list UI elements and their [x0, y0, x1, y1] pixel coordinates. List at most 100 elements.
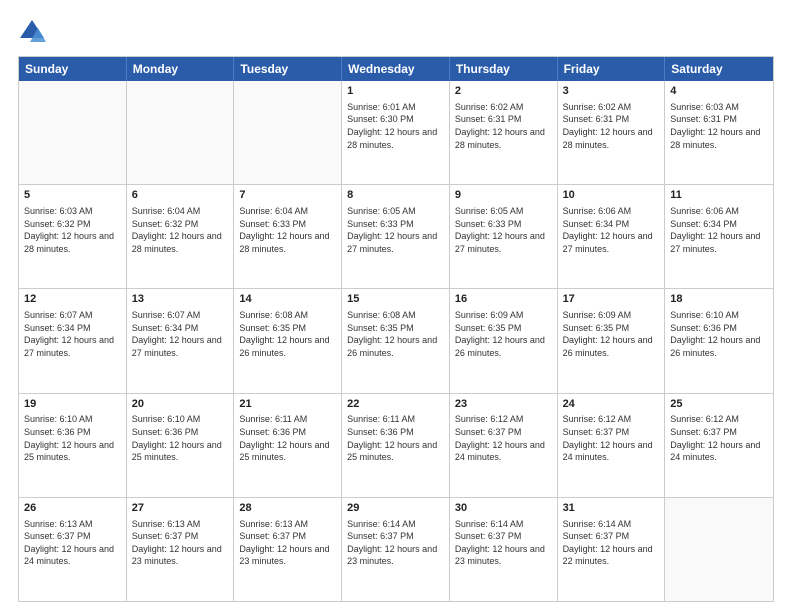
day-info: Sunrise: 6:10 AM Sunset: 6:36 PM Dayligh…	[670, 309, 768, 359]
day-number: 23	[455, 397, 552, 412]
day-info: Sunrise: 6:05 AM Sunset: 6:33 PM Dayligh…	[455, 205, 552, 255]
day-cell: 22Sunrise: 6:11 AM Sunset: 6:36 PM Dayli…	[342, 394, 450, 497]
day-info: Sunrise: 6:12 AM Sunset: 6:37 PM Dayligh…	[563, 413, 660, 463]
day-cell: 4 Sunrise: 6:03 AM Sunset: 6:31 PM Daylig…	[665, 81, 773, 184]
day-number: 20	[132, 397, 229, 412]
day-header: Monday	[127, 57, 235, 81]
day-info: Sunrise: 6:08 AM Sunset: 6:35 PM Dayligh…	[239, 309, 336, 359]
day-number: 31	[563, 501, 660, 516]
day-cell: 28 Sunrise: 6:13 AM Sunset: 6:37 PM Dayli…	[234, 498, 342, 601]
week-row: 5 Sunrise: 6:03 AM Sunset: 6:32 PM Daylig…	[19, 184, 773, 288]
week-row: 12 Sunrise: 6:07 AM Sunset: 6:34 PM Dayli…	[19, 288, 773, 392]
day-info: Sunrise: 6:12 AM Sunset: 6:37 PM Dayligh…	[455, 413, 552, 463]
day-headers: SundayMondayTuesdayWednesdayThursdayFrid…	[19, 57, 773, 81]
logo-icon	[18, 18, 46, 46]
day-number: 22	[347, 397, 444, 412]
day-number: 12	[24, 292, 121, 307]
day-header: Saturday	[665, 57, 773, 81]
day-cell: 12 Sunrise: 6:07 AM Sunset: 6:34 PM Dayli…	[19, 289, 127, 392]
day-cell: 14 Sunrise: 6:08 AM Sunset: 6:35 PM Dayli…	[234, 289, 342, 392]
day-cell: 31 Sunrise: 6:14 AM Sunset: 6:37 PM Dayli…	[558, 498, 666, 601]
day-info: Sunrise: 6:11 AM Sunset: 6:36 PM Dayligh…	[347, 413, 444, 463]
day-number: 30	[455, 501, 552, 516]
day-header: Tuesday	[234, 57, 342, 81]
day-cell	[127, 81, 235, 184]
day-info: Sunrise: 6:12 AM Sunset: 6:37 PM Dayligh…	[670, 413, 768, 463]
day-number: 11	[670, 188, 768, 203]
week-row: 26Sunrise: 6:13 AM Sunset: 6:37 PM Dayli…	[19, 497, 773, 601]
day-header: Wednesday	[342, 57, 450, 81]
day-cell: 30 Sunrise: 6:14 AM Sunset: 6:37 PM Dayli…	[450, 498, 558, 601]
weeks: 1 Sunrise: 6:01 AM Sunset: 6:30 PM Daylig…	[19, 81, 773, 601]
day-info: Sunrise: 6:05 AM Sunset: 6:33 PM Dayligh…	[347, 205, 444, 255]
day-info: Sunrise: 6:10 AM Sunset: 6:36 PM Dayligh…	[132, 413, 229, 463]
day-cell: 24Sunrise: 6:12 AM Sunset: 6:37 PM Dayli…	[558, 394, 666, 497]
day-info: Sunrise: 6:09 AM Sunset: 6:35 PM Dayligh…	[563, 309, 660, 359]
day-number: 14	[239, 292, 336, 307]
day-number: 24	[563, 397, 660, 412]
day-cell	[665, 498, 773, 601]
day-cell: 17 Sunrise: 6:09 AM Sunset: 6:35 PM Dayli…	[558, 289, 666, 392]
day-cell: 1 Sunrise: 6:01 AM Sunset: 6:30 PM Daylig…	[342, 81, 450, 184]
day-header: Friday	[558, 57, 666, 81]
day-number: 8	[347, 188, 444, 203]
day-info: Sunrise: 6:07 AM Sunset: 6:34 PM Dayligh…	[132, 309, 229, 359]
day-info: Sunrise: 6:02 AM Sunset: 6:31 PM Dayligh…	[455, 101, 552, 151]
day-number: 4	[670, 84, 768, 99]
day-info: Sunrise: 6:01 AM Sunset: 6:30 PM Dayligh…	[347, 101, 444, 151]
day-info: Sunrise: 6:03 AM Sunset: 6:31 PM Dayligh…	[670, 101, 768, 151]
day-number: 6	[132, 188, 229, 203]
day-info: Sunrise: 6:09 AM Sunset: 6:35 PM Dayligh…	[455, 309, 552, 359]
day-info: Sunrise: 6:04 AM Sunset: 6:32 PM Dayligh…	[132, 205, 229, 255]
day-number: 28	[239, 501, 336, 516]
day-number: 17	[563, 292, 660, 307]
day-cell: 26Sunrise: 6:13 AM Sunset: 6:37 PM Dayli…	[19, 498, 127, 601]
day-cell: 13Sunrise: 6:07 AM Sunset: 6:34 PM Dayli…	[127, 289, 235, 392]
day-cell: 23Sunrise: 6:12 AM Sunset: 6:37 PM Dayli…	[450, 394, 558, 497]
day-info: Sunrise: 6:13 AM Sunset: 6:37 PM Dayligh…	[132, 518, 229, 568]
week-row: 19 Sunrise: 6:10 AM Sunset: 6:36 PM Dayli…	[19, 393, 773, 497]
day-cell: 15 Sunrise: 6:08 AM Sunset: 6:35 PM Dayli…	[342, 289, 450, 392]
header	[18, 18, 774, 46]
day-cell: 10Sunrise: 6:06 AM Sunset: 6:34 PM Dayli…	[558, 185, 666, 288]
day-cell: 6 Sunrise: 6:04 AM Sunset: 6:32 PM Daylig…	[127, 185, 235, 288]
day-info: Sunrise: 6:14 AM Sunset: 6:37 PM Dayligh…	[563, 518, 660, 568]
day-number: 3	[563, 84, 660, 99]
day-info: Sunrise: 6:03 AM Sunset: 6:32 PM Dayligh…	[24, 205, 121, 255]
day-number: 19	[24, 397, 121, 412]
day-cell: 11 Sunrise: 6:06 AM Sunset: 6:34 PM Dayli…	[665, 185, 773, 288]
day-info: Sunrise: 6:13 AM Sunset: 6:37 PM Dayligh…	[24, 518, 121, 568]
day-number: 9	[455, 188, 552, 203]
day-info: Sunrise: 6:11 AM Sunset: 6:36 PM Dayligh…	[239, 413, 336, 463]
day-number: 1	[347, 84, 444, 99]
day-info: Sunrise: 6:08 AM Sunset: 6:35 PM Dayligh…	[347, 309, 444, 359]
day-cell: 9 Sunrise: 6:05 AM Sunset: 6:33 PM Daylig…	[450, 185, 558, 288]
day-info: Sunrise: 6:13 AM Sunset: 6:37 PM Dayligh…	[239, 518, 336, 568]
page: SundayMondayTuesdayWednesdayThursdayFrid…	[0, 0, 792, 612]
day-info: Sunrise: 6:06 AM Sunset: 6:34 PM Dayligh…	[670, 205, 768, 255]
day-info: Sunrise: 6:02 AM Sunset: 6:31 PM Dayligh…	[563, 101, 660, 151]
day-cell: 20Sunrise: 6:10 AM Sunset: 6:36 PM Dayli…	[127, 394, 235, 497]
day-number: 16	[455, 292, 552, 307]
day-cell: 25Sunrise: 6:12 AM Sunset: 6:37 PM Dayli…	[665, 394, 773, 497]
day-number: 27	[132, 501, 229, 516]
day-info: Sunrise: 6:06 AM Sunset: 6:34 PM Dayligh…	[563, 205, 660, 255]
day-number: 15	[347, 292, 444, 307]
day-info: Sunrise: 6:07 AM Sunset: 6:34 PM Dayligh…	[24, 309, 121, 359]
day-header: Thursday	[450, 57, 558, 81]
day-cell: 8 Sunrise: 6:05 AM Sunset: 6:33 PM Daylig…	[342, 185, 450, 288]
logo	[18, 18, 50, 46]
day-cell: 18 Sunrise: 6:10 AM Sunset: 6:36 PM Dayli…	[665, 289, 773, 392]
day-cell: 16 Sunrise: 6:09 AM Sunset: 6:35 PM Dayli…	[450, 289, 558, 392]
week-row: 1 Sunrise: 6:01 AM Sunset: 6:30 PM Daylig…	[19, 81, 773, 184]
day-cell: 19Sunrise: 6:10 AM Sunset: 6:36 PM Dayli…	[19, 394, 127, 497]
day-cell: 21Sunrise: 6:11 AM Sunset: 6:36 PM Dayli…	[234, 394, 342, 497]
day-cell	[19, 81, 127, 184]
day-cell: 27 Sunrise: 6:13 AM Sunset: 6:37 PM Dayli…	[127, 498, 235, 601]
day-number: 5	[24, 188, 121, 203]
day-number: 18	[670, 292, 768, 307]
day-number: 29	[347, 501, 444, 516]
day-info: Sunrise: 6:14 AM Sunset: 6:37 PM Dayligh…	[455, 518, 552, 568]
day-header: Sunday	[19, 57, 127, 81]
day-number: 25	[670, 397, 768, 412]
